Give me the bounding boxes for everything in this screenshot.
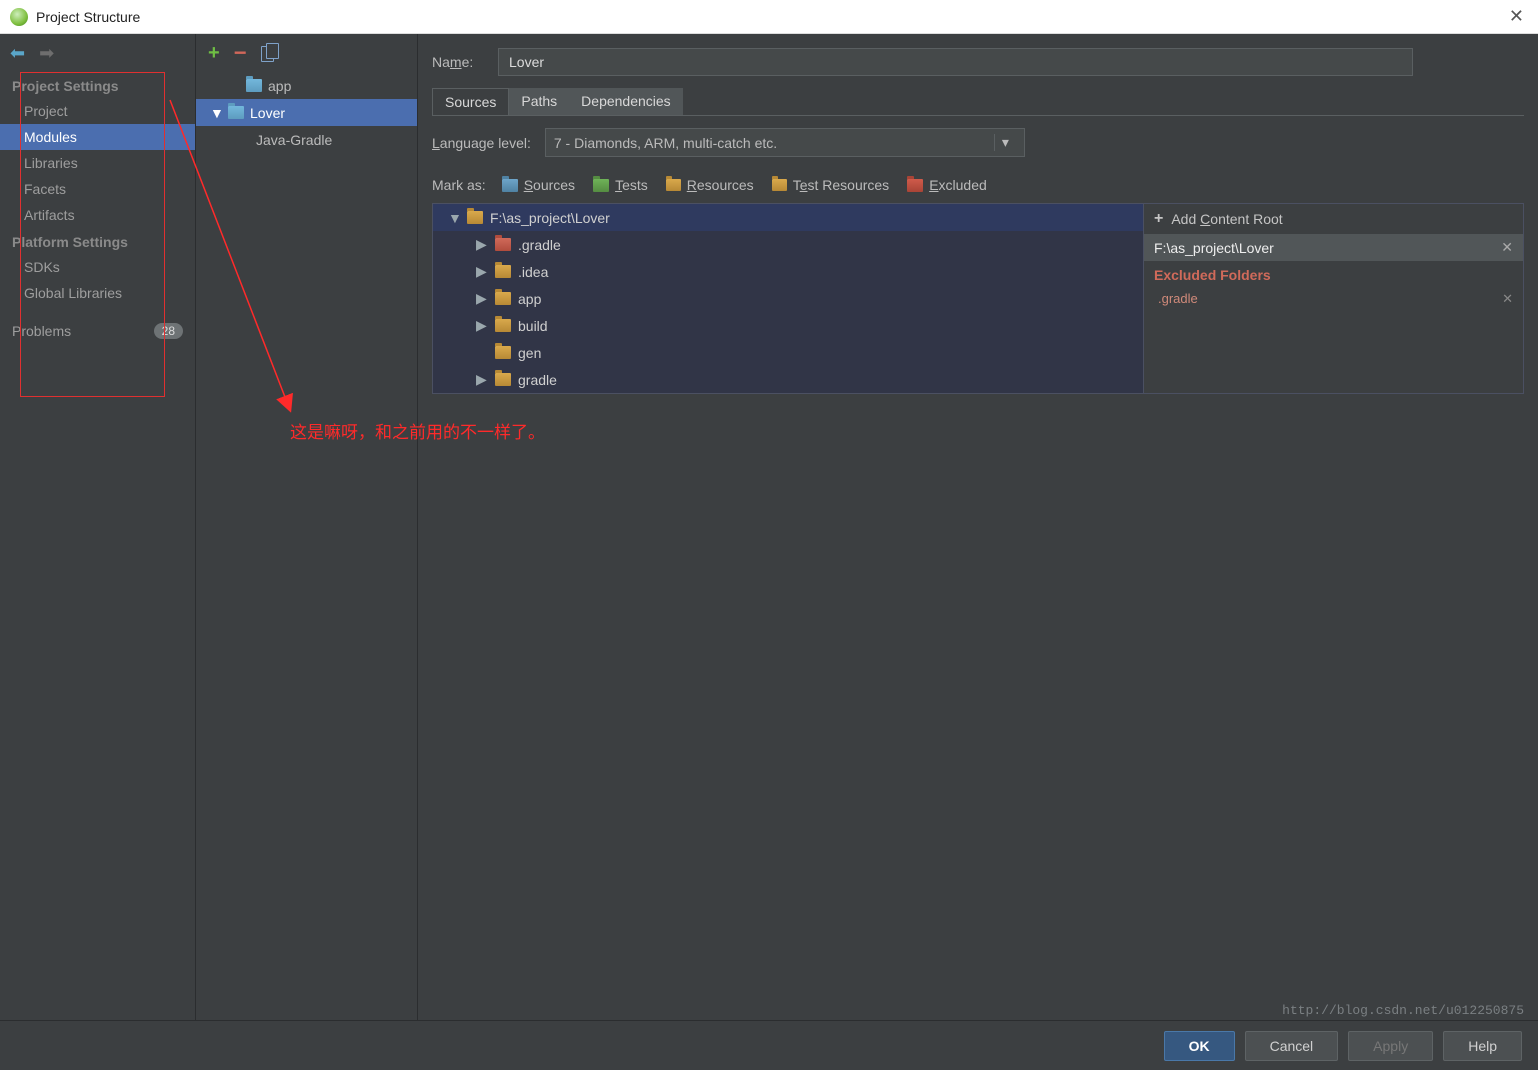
help-button[interactable]: Help [1443, 1031, 1522, 1061]
tab-dependencies[interactable]: Dependencies [569, 88, 683, 115]
problems-label: Problems [12, 323, 71, 339]
folder-icon [495, 292, 511, 305]
module-list-panel: + − app ▼Lover Java-Gradle [196, 34, 418, 1020]
mark-button[interactable]: Excluded [907, 177, 987, 193]
folder-icon [502, 179, 518, 192]
settings-sidebar: ⬅ ➡ Project Settings Project Modules Lib… [0, 34, 196, 1020]
mark-button[interactable]: Tests [593, 177, 648, 193]
folder-icon [495, 265, 511, 278]
sidebar-item-modules[interactable]: Modules [0, 124, 195, 150]
plus-icon: + [1154, 210, 1163, 228]
folder-icon [467, 211, 483, 224]
source-tree-item[interactable]: ▶ app [433, 285, 1143, 312]
source-folder-tree[interactable]: ▼F:\as_project\Lover▶.gradle▶.idea▶app▶b… [432, 203, 1144, 394]
sidebar-item-problems[interactable]: Problems 28 [0, 318, 195, 344]
cancel-button[interactable]: Cancel [1245, 1031, 1339, 1061]
back-arrow-icon[interactable]: ⬅ [10, 43, 25, 64]
excluded-folders-header: Excluded Folders [1144, 261, 1523, 289]
source-tree-item[interactable]: ▶ .idea [433, 258, 1143, 285]
window-title: Project Structure [36, 9, 140, 25]
module-label: app [268, 78, 291, 94]
section-header-platform-settings: Platform Settings [0, 228, 195, 254]
folder-icon [772, 179, 787, 191]
sidebar-item-artifacts[interactable]: Artifacts [0, 202, 195, 228]
problems-count-badge: 28 [154, 323, 183, 339]
content-root-panel: + Add Content Root F:\as_project\Lover ✕… [1144, 203, 1524, 394]
remove-content-root-icon[interactable]: ✕ [1501, 239, 1513, 256]
folder-label: gen [518, 345, 541, 361]
mark-button[interactable]: Resources [666, 177, 754, 193]
folder-icon [666, 179, 681, 191]
module-tree-item[interactable]: ▼Lover [196, 99, 417, 126]
watermark-text: http://blog.csdn.net/u012250875 [1282, 1003, 1524, 1018]
folder-label: gradle [518, 372, 557, 388]
remove-excluded-icon[interactable]: ✕ [1502, 291, 1513, 307]
sidebar-item-libraries[interactable]: Libraries [0, 150, 195, 176]
folder-label: F:\as_project\Lover [490, 210, 610, 226]
apply-button[interactable]: Apply [1348, 1031, 1433, 1061]
folder-icon [593, 179, 609, 192]
chevron-down-icon: ▾ [994, 134, 1016, 151]
folder-icon [495, 373, 511, 386]
folder-label: .idea [518, 264, 548, 280]
titlebar: Project Structure ✕ [0, 0, 1538, 34]
folder-icon [495, 319, 511, 332]
source-tree-item[interactable]: ▼ F:\as_project\Lover [433, 204, 1143, 231]
name-label: Name: [432, 54, 486, 70]
chevron-icon: ▶ [476, 371, 488, 388]
chevron-icon: ▶ [476, 236, 488, 253]
content-root-path[interactable]: F:\as_project\Lover ✕ [1144, 234, 1523, 261]
language-level-combo[interactable]: 7 - Diamonds, ARM, multi-catch etc. ▾ [545, 128, 1025, 157]
folder-icon [228, 106, 244, 119]
forward-arrow-icon[interactable]: ➡ [39, 43, 54, 64]
folder-label: app [518, 291, 541, 307]
module-name-input[interactable] [498, 48, 1413, 76]
tab-sources[interactable]: Sources [432, 88, 509, 115]
module-details-panel: Name: SourcesPathsDependencies Language … [418, 34, 1538, 1020]
sidebar-item-project[interactable]: Project [0, 98, 195, 124]
folder-icon [246, 79, 262, 92]
source-tree-item[interactable]: ▶ .gradle [433, 231, 1143, 258]
add-content-root-button[interactable]: + Add Content Root [1144, 204, 1523, 234]
source-tree-item[interactable]: ▶ build [433, 312, 1143, 339]
chevron-icon: ▼ [448, 210, 460, 226]
tab-paths[interactable]: Paths [509, 88, 569, 115]
copy-module-icon[interactable] [261, 43, 279, 63]
mark-as-label: Mark as: [432, 177, 486, 193]
folder-icon [907, 179, 923, 192]
sidebar-item-facets[interactable]: Facets [0, 176, 195, 202]
source-tree-item[interactable]: gen [433, 339, 1143, 366]
module-label: Lover [250, 105, 285, 121]
module-tree-item[interactable]: Java-Gradle [196, 126, 417, 153]
remove-module-icon[interactable]: − [234, 40, 247, 66]
dialog-button-bar: OK Cancel Apply Help [0, 1020, 1538, 1070]
folder-label: .gradle [518, 237, 561, 253]
folder-icon [495, 346, 511, 359]
chevron-icon: ▶ [476, 317, 488, 334]
language-level-value: 7 - Diamonds, ARM, multi-catch etc. [554, 135, 777, 151]
source-tree-item[interactable]: ▶ gradle [433, 366, 1143, 393]
add-module-icon[interactable]: + [208, 42, 220, 65]
sidebar-item-global-libraries[interactable]: Global Libraries [0, 280, 195, 306]
module-label: Java-Gradle [256, 132, 332, 148]
module-tree-item[interactable]: app [196, 72, 417, 99]
close-icon[interactable]: ✕ [1509, 6, 1524, 27]
ok-button[interactable]: OK [1164, 1031, 1235, 1061]
chevron-icon: ▶ [476, 290, 488, 307]
sidebar-item-sdks[interactable]: SDKs [0, 254, 195, 280]
mark-button[interactable]: Test Resources [772, 177, 890, 193]
section-header-project-settings: Project Settings [0, 72, 195, 98]
chevron-icon: ▶ [476, 263, 488, 280]
excluded-folder-item[interactable]: .gradle✕ [1144, 289, 1523, 309]
folder-label: build [518, 318, 548, 334]
language-level-label: Language level: [432, 135, 531, 151]
app-logo-icon [10, 8, 28, 26]
mark-button[interactable]: Sources [502, 177, 575, 193]
folder-icon [495, 238, 511, 251]
